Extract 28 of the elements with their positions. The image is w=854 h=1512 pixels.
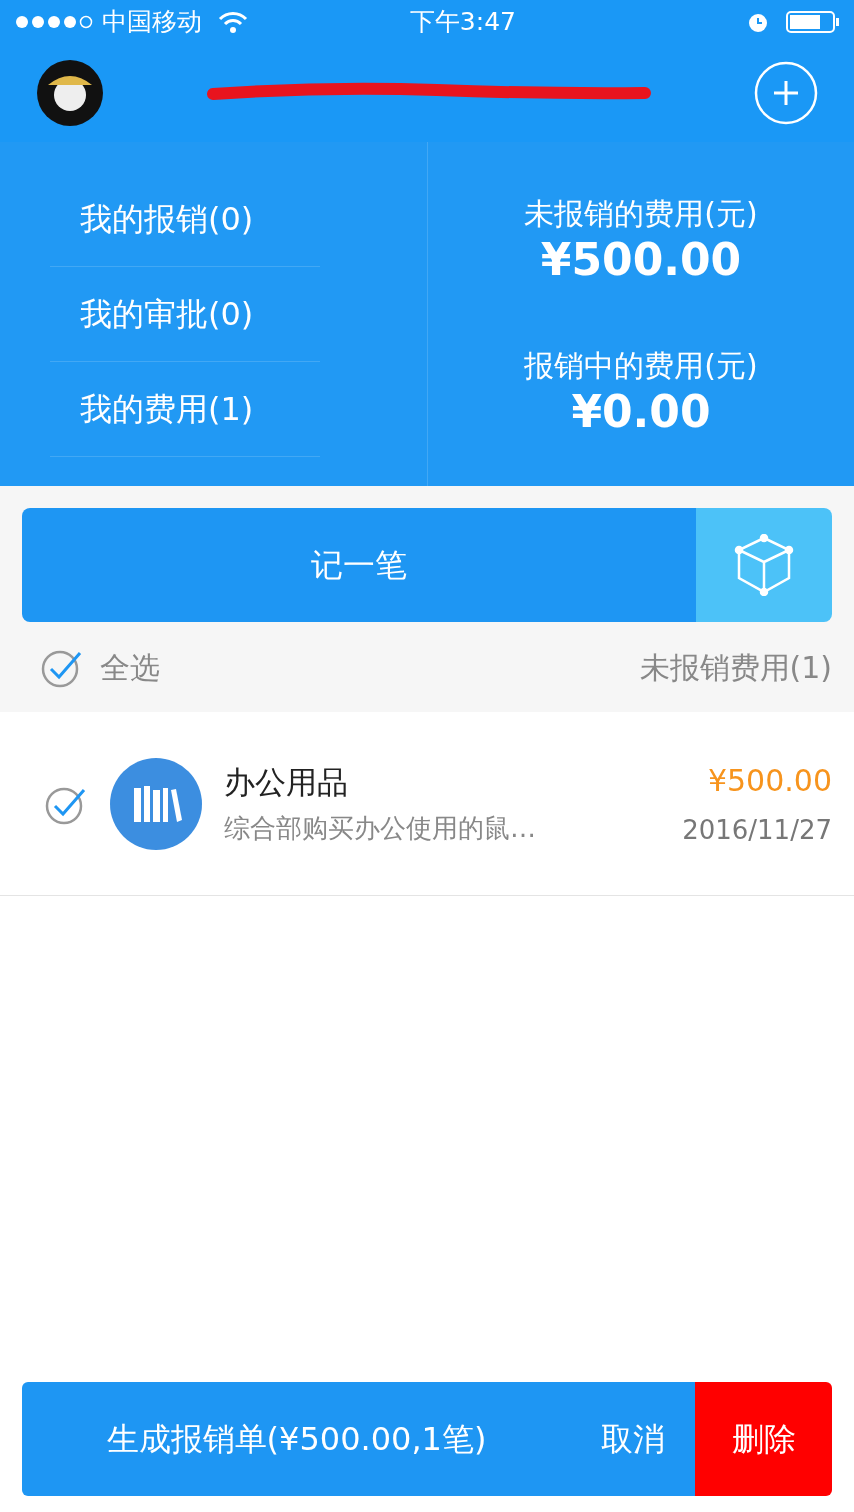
expense-description: 综合部购买办公使用的鼠…: [224, 812, 537, 846]
expense-date: 2016/11/27: [682, 813, 832, 847]
carrier-name: 中国移动: [102, 6, 202, 39]
add-icon[interactable]: [754, 61, 818, 125]
menu-item[interactable]: 我的报销(0): [50, 171, 320, 267]
record-button[interactable]: 记一笔: [22, 508, 696, 622]
wifi-icon: [218, 11, 248, 33]
menu-item[interactable]: 我的审批(0): [50, 266, 320, 362]
expense-title: 办公用品: [224, 762, 349, 802]
status-time: 下午3:47: [409, 6, 516, 39]
figure-amount: ¥0.00: [570, 388, 712, 437]
menu-item[interactable]: 我的费用(1): [50, 361, 320, 457]
select-all-label[interactable]: 全选: [100, 644, 160, 690]
expense-row[interactable]: 办公用品 综合部购买办公使用的鼠… ¥500.00 2016/11/27: [0, 712, 854, 896]
expense-amount: ¥500.00: [706, 761, 832, 800]
figure-label: 未报销的费用(元): [524, 195, 758, 234]
generate-button[interactable]: 生成报销单(¥500.00,1笔): [22, 1382, 571, 1496]
battery-icon: [786, 10, 840, 34]
figure-amount: ¥500.00: [539, 236, 743, 285]
books-icon: [110, 757, 202, 850]
cube-icon: [733, 534, 795, 596]
avatar[interactable]: [36, 59, 104, 127]
signal-icon: [14, 14, 94, 30]
scan-button[interactable]: [696, 508, 832, 622]
list-count: 未报销费用(1): [639, 648, 832, 687]
cancel-button[interactable]: 取消: [571, 1382, 695, 1496]
delete-button[interactable]: 删除: [695, 1382, 832, 1496]
figure-label: 报销中的费用(元): [524, 347, 758, 386]
